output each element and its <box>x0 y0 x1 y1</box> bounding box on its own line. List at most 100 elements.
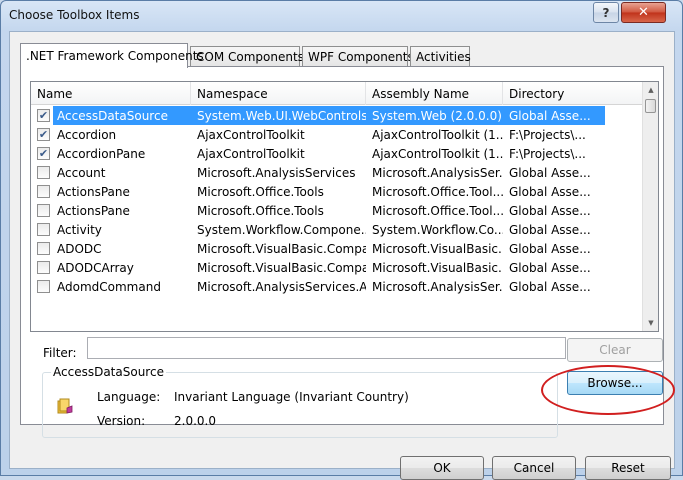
column-header-directory[interactable]: Directory <box>503 82 643 105</box>
table-row[interactable]: AdomdCommand Microsoft.AnalysisServices.A… <box>31 277 643 296</box>
help-button[interactable]: ? <box>593 2 619 23</box>
table-row[interactable]: Activity System.Workflow.Compone... System… <box>31 220 643 239</box>
cell-directory: Global Asse... <box>509 241 591 256</box>
cell-directory: Global Asse... <box>509 203 591 218</box>
cell-namespace: AjaxControlToolkit <box>197 127 305 142</box>
cell-directory: Global Asse... <box>509 279 591 294</box>
row-checkbox[interactable] <box>37 223 50 236</box>
checkmark-icon: ✔ <box>38 109 49 122</box>
table-row[interactable]: ADODCArray Microsoft.VisualBasic.Compa...… <box>31 258 643 277</box>
row-checkbox[interactable] <box>37 280 50 293</box>
checkmark-icon: ✔ <box>38 147 49 160</box>
table-row[interactable]: ADODC Microsoft.VisualBasic.Compa... Micro… <box>31 239 643 258</box>
close-icon: ✕ <box>638 5 649 20</box>
row-checkbox[interactable]: ✔ <box>37 109 50 122</box>
cell-directory: Global Asse... <box>509 260 591 275</box>
row-checkbox[interactable] <box>37 166 50 179</box>
cell-directory: F:\Projects\... <box>509 127 586 142</box>
cell-namespace: Microsoft.AnalysisServices.A... <box>197 279 366 294</box>
cell-namespace: Microsoft.VisualBasic.Compa... <box>197 241 366 256</box>
table-row[interactable]: AccessDataSource System.Web.UI.WebControl… <box>31 106 643 125</box>
cell-name: Activity <box>57 222 102 237</box>
row-checkbox[interactable]: ✔ <box>37 128 50 141</box>
clear-button[interactable]: Clear <box>567 338 663 362</box>
cell-assembly-name: System.Web (2.0.0.0) <box>366 106 503 125</box>
filter-label: Filter: <box>43 346 77 360</box>
component-icon <box>57 398 73 414</box>
cell-directory: Global Asse... <box>509 222 591 237</box>
list-rows: AccessDataSource System.Web.UI.WebControl… <box>31 106 643 296</box>
cell-name: AccessDataSource <box>53 106 191 125</box>
table-row[interactable]: Account Microsoft.AnalysisServices Microso… <box>31 163 643 182</box>
scroll-down-arrow-icon[interactable]: ▼ <box>643 315 658 331</box>
window-title: Choose Toolbox Items <box>9 8 140 22</box>
cell-namespace: AjaxControlToolkit <box>197 146 305 161</box>
reset-button[interactable]: Reset <box>585 456 671 480</box>
cancel-button[interactable]: Cancel <box>492 456 576 480</box>
column-header-name[interactable]: Name <box>31 82 191 105</box>
scrollbar-thumb[interactable] <box>645 99 656 113</box>
table-row[interactable]: ActionsPane Microsoft.Office.Tools Microso… <box>31 182 643 201</box>
cell-assembly-name: Microsoft.VisualBasic.... <box>372 260 503 275</box>
language-label: Language: <box>97 390 161 404</box>
row-checkbox[interactable] <box>37 204 50 217</box>
checkmark-icon: ✔ <box>38 128 49 141</box>
version-value: 2.0.0.0 <box>174 414 216 428</box>
row-checkbox[interactable] <box>37 261 50 274</box>
cell-name: Accordion <box>57 127 117 142</box>
scroll-up-arrow-icon[interactable]: ▲ <box>643 82 658 98</box>
cell-directory: Global Asse... <box>509 184 591 199</box>
row-checkbox[interactable] <box>37 185 50 198</box>
table-row[interactable]: ActionsPane Microsoft.Office.Tools Microso… <box>31 201 643 220</box>
cell-directory: F:\Projects\... <box>509 146 586 161</box>
ok-button[interactable]: OK <box>400 456 484 480</box>
cell-directory: Global Asse... <box>509 165 591 180</box>
table-row[interactable]: AccordionPane AjaxControlToolkit AjaxContr… <box>31 144 643 163</box>
language-value: Invariant Language (Invariant Country) <box>174 390 409 404</box>
tab-wpf-components[interactable]: WPF Components <box>302 46 414 67</box>
details-groupbox: AccessDataSource Language: Invariant Lan… <box>42 365 558 438</box>
details-title: AccessDataSource <box>51 365 166 379</box>
tab-panel: Name Namespace Assembly Name Directory A… <box>20 66 675 438</box>
cell-name: AccordionPane <box>57 146 146 161</box>
browse-button[interactable]: Browse... <box>567 371 663 395</box>
cell-namespace: System.Web.UI.WebControls <box>191 106 366 125</box>
row-checkbox[interactable] <box>37 242 50 255</box>
cell-name: Account <box>57 165 106 180</box>
cell-assembly-name: System.Workflow.Co... <box>372 222 503 237</box>
cell-assembly-name: Microsoft.VisualBasic.... <box>372 241 503 256</box>
cell-assembly-name: AjaxControlToolkit (1.... <box>372 127 503 142</box>
table-row[interactable]: Accordion AjaxControlToolkit AjaxControlTo… <box>31 125 643 144</box>
cell-assembly-name: Microsoft.AnalysisSer... <box>372 279 503 294</box>
tab-activities[interactable]: Activities <box>410 46 471 67</box>
close-button[interactable]: ✕ <box>621 2 666 23</box>
cell-name: ADODC <box>57 241 102 256</box>
cell-name: ADODCArray <box>57 260 134 275</box>
list-header: Name Namespace Assembly Name Directory <box>31 82 643 105</box>
dialog-client-area: .NET Framework Components COM Components… <box>9 31 675 480</box>
cell-name: AdomdCommand <box>57 279 161 294</box>
help-icon: ? <box>602 5 610 20</box>
cell-name: ActionsPane <box>57 184 130 199</box>
row-checkbox[interactable]: ✔ <box>37 147 50 160</box>
cell-namespace: Microsoft.AnalysisServices <box>197 165 356 180</box>
components-list[interactable]: Name Namespace Assembly Name Directory A… <box>30 81 659 332</box>
choose-toolbox-items-dialog: Choose Toolbox Items ? ✕ .NET Framework … <box>0 0 683 480</box>
column-header-namespace[interactable]: Namespace <box>191 82 366 105</box>
cell-directory: Global Asse... <box>503 106 605 125</box>
tab-net-framework-components[interactable]: .NET Framework Components <box>20 43 204 68</box>
cell-name: ActionsPane <box>57 203 130 218</box>
cell-assembly-name: Microsoft.Office.Tool... <box>372 203 503 218</box>
version-label: Version: <box>97 414 146 428</box>
cell-namespace: System.Workflow.Compone... <box>197 222 366 237</box>
cell-namespace: Microsoft.Office.Tools <box>197 184 324 199</box>
cell-namespace: Microsoft.VisualBasic.Compa... <box>197 260 366 275</box>
cell-namespace: Microsoft.Office.Tools <box>197 203 324 218</box>
filter-input[interactable] <box>87 337 566 359</box>
cell-assembly-name: Microsoft.Office.Tool... <box>372 184 503 199</box>
cell-assembly-name: Microsoft.AnalysisSer... <box>372 165 503 180</box>
tab-com-components[interactable]: COM Components <box>190 46 304 67</box>
column-header-assembly-name[interactable]: Assembly Name <box>366 82 503 105</box>
cell-assembly-name: AjaxControlToolkit (1.... <box>372 146 503 161</box>
vertical-scrollbar[interactable]: ▲ ▼ <box>642 82 658 331</box>
